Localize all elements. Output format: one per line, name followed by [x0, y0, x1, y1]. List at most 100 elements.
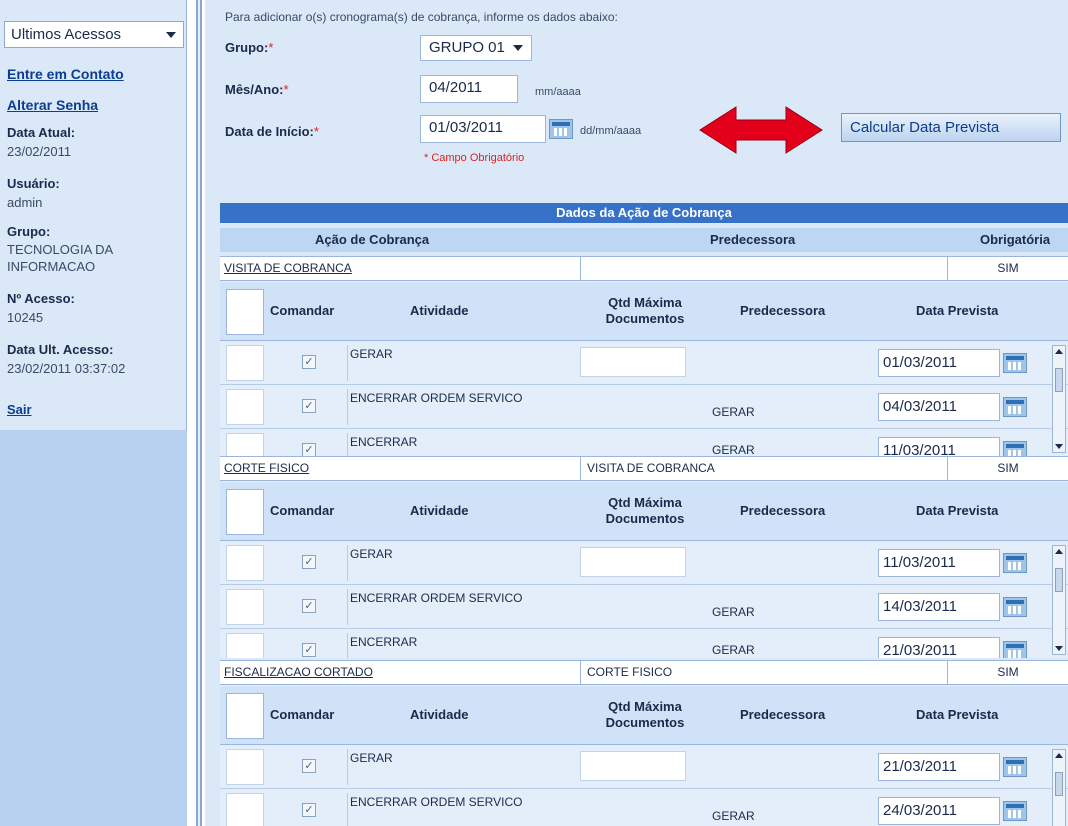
activity-row: ✓ GERAR 11/03/2011 — [220, 541, 1068, 585]
frame-divider — [196, 0, 202, 826]
activity-predecessor: GERAR — [712, 443, 755, 456]
activity-predecessor: GERAR — [712, 643, 755, 657]
date-input[interactable]: 21/03/2011 — [878, 753, 1000, 781]
required-mark: * — [268, 40, 274, 55]
command-checkbox[interactable]: ✓ — [302, 555, 316, 569]
date-input[interactable]: 14/03/2011 — [878, 593, 1000, 621]
activity-name: ENCERRAR ORDEM SERVICO — [347, 793, 577, 826]
subtable-header: Comandar Atividade Qtd Máxima Documentos… — [220, 283, 1068, 341]
scroll-down-icon[interactable] — [1055, 646, 1063, 651]
command-checkbox[interactable]: ✓ — [302, 803, 316, 817]
header-blank-cell — [226, 693, 264, 739]
calendar-icon[interactable] — [1003, 757, 1027, 777]
scroll-down-icon[interactable] — [1055, 444, 1063, 449]
date-input[interactable]: 24/03/2011 — [878, 797, 1000, 825]
date-input[interactable]: 11/03/2011 — [878, 549, 1000, 577]
sub-header-docs: Documentos — [605, 311, 685, 326]
command-checkbox[interactable]: ✓ — [302, 399, 316, 413]
command-checkbox[interactable]: ✓ — [302, 355, 316, 369]
sub-header-docs: Documentos — [605, 715, 685, 730]
chevron-down-icon[interactable] — [166, 32, 176, 38]
sub-header-docs: Documentos — [605, 511, 685, 526]
sub-header-qtd: Qtd Máxima — [608, 495, 682, 510]
start-date-field-label: Data de Início:* — [225, 124, 319, 139]
current-date-label: Data Atual: — [7, 125, 76, 140]
sub-header-predecessor: Predecessora — [740, 707, 826, 722]
sub-header-activity: Atividade — [410, 707, 469, 722]
activity-name: ENCERRAR ORDEM SERVICO — [347, 589, 577, 625]
command-checkbox[interactable]: ✓ — [302, 759, 316, 773]
calculate-date-button[interactable]: Calcular Data Prevista — [841, 113, 1061, 142]
table-title: Dados da Ação de Cobrança — [220, 203, 1068, 223]
row-blank-cell — [226, 545, 264, 581]
activity-name: GERAR — [347, 345, 577, 381]
group-select[interactable]: GRUPO 01 — [420, 35, 532, 61]
date-input[interactable]: 04/03/2011 — [878, 393, 1000, 421]
sub-header-date: Data Prevista — [916, 503, 999, 518]
sub-header-date: Data Prevista — [916, 707, 999, 722]
qtd-input[interactable] — [580, 547, 686, 577]
qtd-input[interactable] — [580, 751, 686, 781]
scroll-up-icon[interactable] — [1055, 549, 1063, 554]
scroll-thumb[interactable] — [1055, 772, 1063, 796]
calendar-icon[interactable] — [1003, 801, 1027, 821]
row-blank-cell — [226, 793, 264, 826]
calendar-icon[interactable] — [1003, 353, 1027, 373]
contact-link[interactable]: Entre em Contato — [7, 66, 124, 82]
activity-row: ✓ ENCERRAR GERAR 11/03/2011 — [220, 429, 1068, 456]
command-checkbox[interactable]: ✓ — [302, 443, 316, 456]
month-year-input[interactable]: 04/2011 — [420, 75, 518, 103]
month-year-hint: mm/aaaa — [535, 86, 581, 98]
double-arrow-icon — [699, 106, 823, 154]
calendar-icon[interactable] — [549, 119, 573, 139]
command-checkbox[interactable]: ✓ — [302, 643, 316, 657]
activity-name: GERAR — [347, 545, 577, 581]
group-label: Grupo: — [7, 224, 51, 239]
command-checkbox[interactable]: ✓ — [302, 599, 316, 613]
form-intro: Para adicionar o(s) cronograma(s) de cob… — [225, 10, 618, 24]
sub-header-activity: Atividade — [410, 503, 469, 518]
group-field-label: Grupo:* — [225, 40, 273, 55]
last-access-label: Data Ult. Acesso: — [7, 342, 114, 357]
calendar-icon[interactable] — [1003, 441, 1027, 456]
action-predecessor: VISITA DE COBRANCA — [580, 457, 880, 480]
calendar-icon[interactable] — [1003, 397, 1027, 417]
action-required: SIM — [947, 457, 1068, 480]
qtd-input[interactable] — [580, 347, 686, 377]
action-name-link[interactable]: FISCALIZACAO CORTADO — [224, 661, 373, 684]
activity-name: ENCERRAR — [347, 433, 577, 456]
subtable-scrollbar[interactable] — [1052, 749, 1066, 826]
action-name-link[interactable]: CORTE FISICO — [224, 457, 309, 480]
chevron-down-icon[interactable] — [513, 45, 523, 51]
calendar-icon[interactable] — [1003, 641, 1027, 658]
action-predecessor — [580, 257, 880, 280]
recent-access-select[interactable]: Ultimos Acessos — [4, 21, 184, 48]
scroll-up-icon[interactable] — [1055, 753, 1063, 758]
activity-row: ✓ ENCERRAR ORDEM SERVICO GERAR 04/03/201… — [220, 385, 1068, 429]
header-blank-cell — [226, 489, 264, 535]
logout-link[interactable]: Sair — [7, 402, 32, 417]
action-row: FISCALIZACAO CORTADO CORTE FISICO SIM — [220, 660, 1068, 685]
calendar-icon[interactable] — [1003, 553, 1027, 573]
user-label: Usuário: — [7, 176, 60, 191]
date-input[interactable]: 01/03/2011 — [878, 349, 1000, 377]
activity-row: ✓ GERAR 21/03/2011 — [220, 745, 1068, 789]
action-row: CORTE FISICO VISITA DE COBRANCA SIM — [220, 456, 1068, 481]
action-required: SIM — [947, 257, 1068, 280]
subtable-scrollbar[interactable] — [1052, 545, 1066, 655]
sub-header-predecessor: Predecessora — [740, 303, 826, 318]
scroll-thumb[interactable] — [1055, 368, 1063, 392]
date-input[interactable]: 21/03/2011 — [878, 637, 1000, 658]
action-name-link[interactable]: VISITA DE COBRANCA — [224, 257, 352, 280]
row-blank-cell — [226, 345, 264, 381]
subtable-scrollbar[interactable] — [1052, 345, 1066, 453]
activity-predecessor: GERAR — [712, 405, 755, 419]
scroll-up-icon[interactable] — [1055, 349, 1063, 354]
calendar-icon[interactable] — [1003, 597, 1027, 617]
date-input[interactable]: 11/03/2011 — [878, 437, 1000, 456]
row-blank-cell — [226, 749, 264, 785]
scroll-thumb[interactable] — [1055, 568, 1063, 592]
row-blank-cell — [226, 433, 264, 456]
start-date-input[interactable]: 01/03/2011 — [420, 115, 546, 143]
change-password-link[interactable]: Alterar Senha — [7, 97, 98, 113]
